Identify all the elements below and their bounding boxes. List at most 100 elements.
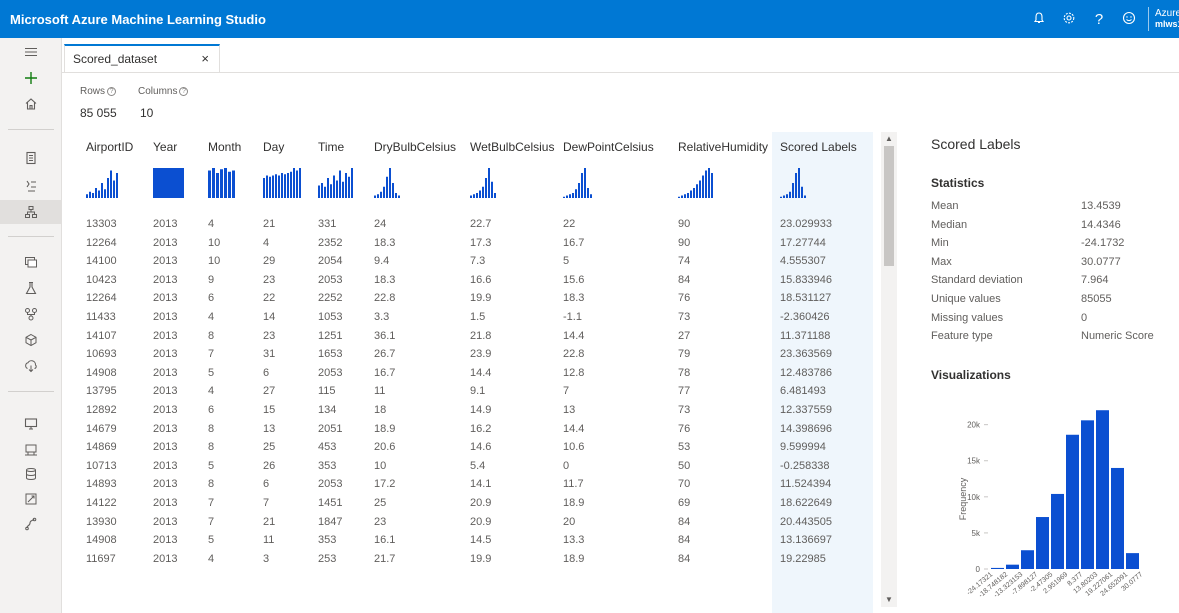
- table-cell[interactable]: 253: [318, 553, 336, 565]
- table-cell[interactable]: 2013: [153, 367, 177, 379]
- close-tab-icon[interactable]: ×: [201, 51, 209, 66]
- table-cell[interactable]: 17.27744: [780, 237, 826, 249]
- table-cell[interactable]: 18.3: [563, 292, 584, 304]
- datastores-list-icon[interactable]: [0, 462, 62, 486]
- table-cell[interactable]: 20.6: [374, 441, 395, 453]
- table-cell[interactable]: 23.9: [470, 348, 491, 360]
- table-cell[interactable]: 2013: [153, 497, 177, 509]
- table-cell[interactable]: 18.9: [563, 497, 584, 509]
- column-scored-labels[interactable]: Scored Labels 23.029933 17.27744 4.555307 15…: [772, 132, 873, 613]
- table-cell[interactable]: 23: [374, 516, 386, 528]
- table-cell[interactable]: 6.481493: [780, 385, 826, 397]
- table-cell[interactable]: 76: [678, 423, 690, 435]
- feedback-smiley-icon[interactable]: [1114, 11, 1144, 28]
- table-cell[interactable]: 5: [208, 534, 214, 546]
- table-cell[interactable]: 16.7: [374, 367, 395, 379]
- table-cell[interactable]: 2051: [318, 423, 342, 435]
- table-cell[interactable]: 20.9: [470, 516, 491, 528]
- table-cell[interactable]: 5: [208, 460, 214, 472]
- table-cell[interactable]: 27: [678, 330, 690, 342]
- table-cell[interactable]: 16.6: [470, 274, 491, 286]
- table-cell[interactable]: 76: [678, 292, 690, 304]
- designer-icon[interactable]: [0, 200, 62, 224]
- table-cell[interactable]: 2013: [153, 237, 177, 249]
- notebooks-icon[interactable]: [0, 146, 62, 170]
- table-cell[interactable]: 26: [263, 460, 275, 472]
- table-cell[interactable]: 22.8: [563, 348, 584, 360]
- table-cell[interactable]: 2252: [318, 292, 342, 304]
- table-cell[interactable]: 1.5: [470, 311, 485, 323]
- table-cell[interactable]: 14.4: [470, 367, 491, 379]
- table-cell[interactable]: 2013: [153, 274, 177, 286]
- table-cell[interactable]: 15: [263, 404, 275, 416]
- table-cell[interactable]: 11: [374, 385, 385, 397]
- table-cell[interactable]: 84: [678, 534, 690, 546]
- table-cell[interactable]: 2054: [318, 255, 342, 267]
- rows-help-icon[interactable]: ?: [107, 87, 117, 96]
- table-cell[interactable]: 21.7: [374, 553, 395, 565]
- table-cell[interactable]: 4.555307: [780, 255, 826, 267]
- column-header[interactable]: AirportID: [86, 140, 133, 154]
- column-wetbulbcelsius[interactable]: WetBulbCelsius 22.7 17.3 7.3 16.6 19.9 1.5 21.8…: [462, 132, 566, 613]
- table-cell[interactable]: 4: [208, 218, 214, 230]
- table-cell[interactable]: 18.3: [374, 274, 395, 286]
- column-header[interactable]: Day: [263, 140, 284, 154]
- table-cell[interactable]: -2.360426: [780, 311, 830, 323]
- table-cell[interactable]: 12264: [86, 292, 117, 304]
- table-cell[interactable]: 21: [263, 516, 275, 528]
- table-cell[interactable]: 2013: [153, 478, 177, 490]
- table-cell[interactable]: 14.1: [470, 478, 491, 490]
- table-cell[interactable]: 22: [263, 292, 275, 304]
- automl-icon[interactable]: [0, 174, 62, 198]
- table-cell[interactable]: 79: [678, 348, 690, 360]
- table-cell[interactable]: 27: [263, 385, 275, 397]
- table-cell[interactable]: 21: [263, 218, 275, 230]
- table-cell[interactable]: 12892: [86, 404, 117, 416]
- column-dewpointcelsius[interactable]: DewPointCelsius 22 16.7 5 15.6 18.3 -1.1 14.4 22…: [555, 132, 679, 613]
- table-cell[interactable]: 22: [563, 218, 575, 230]
- table-cell[interactable]: 24: [374, 218, 386, 230]
- table-cell[interactable]: 20.443505: [780, 516, 832, 528]
- table-cell[interactable]: 23.029933: [780, 218, 832, 230]
- settings-gear-icon[interactable]: [1054, 11, 1084, 28]
- table-cell[interactable]: 2053: [318, 367, 342, 379]
- table-cell[interactable]: 2013: [153, 218, 177, 230]
- table-cell[interactable]: 6: [208, 404, 214, 416]
- table-cell[interactable]: 6: [208, 292, 214, 304]
- table-cell[interactable]: 18.531127: [780, 292, 831, 304]
- table-cell[interactable]: 13.3: [563, 534, 584, 546]
- table-cell[interactable]: 14908: [86, 534, 117, 546]
- table-cell[interactable]: 29: [263, 255, 275, 267]
- table-cell[interactable]: 77: [678, 385, 690, 397]
- table-cell[interactable]: 9: [208, 274, 214, 286]
- app-title[interactable]: Microsoft Azure Machine Learning Studio: [0, 12, 266, 27]
- table-cell[interactable]: 8: [208, 441, 214, 453]
- table-cell[interactable]: 23: [263, 274, 275, 286]
- table-cell[interactable]: 7: [208, 497, 214, 509]
- table-cell[interactable]: 10: [208, 237, 220, 249]
- table-cell[interactable]: 5.4: [470, 460, 485, 472]
- table-cell[interactable]: 9.4: [374, 255, 389, 267]
- table-cell[interactable]: 74: [678, 255, 690, 267]
- table-cell[interactable]: 6: [263, 367, 269, 379]
- table-cell[interactable]: 14.4: [563, 330, 584, 342]
- table-cell[interactable]: 18.9: [374, 423, 395, 435]
- column-header[interactable]: WetBulbCelsius: [470, 140, 554, 154]
- table-cell[interactable]: 50: [678, 460, 690, 472]
- column-time[interactable]: Time 331 2352 2054 2053 2252 1053 1251 1653 2053 1…: [310, 132, 374, 613]
- linked-services-icon[interactable]: [0, 512, 62, 536]
- table-cell[interactable]: 13: [563, 404, 575, 416]
- table-cell[interactable]: 13303: [86, 218, 117, 230]
- table-cell[interactable]: 8: [208, 478, 214, 490]
- table-cell[interactable]: 12.483786: [780, 367, 832, 379]
- table-cell[interactable]: 78: [678, 367, 690, 379]
- table-cell[interactable]: 90: [678, 218, 690, 230]
- table-cell[interactable]: 2013: [153, 460, 177, 472]
- table-cell[interactable]: 11433: [86, 311, 116, 323]
- table-cell[interactable]: 2013: [153, 534, 177, 546]
- table-cell[interactable]: 21.8: [470, 330, 491, 342]
- table-cell[interactable]: 2053: [318, 478, 342, 490]
- table-cell[interactable]: 2013: [153, 292, 177, 304]
- table-cell[interactable]: 353: [318, 460, 336, 472]
- table-cell[interactable]: 25: [263, 441, 275, 453]
